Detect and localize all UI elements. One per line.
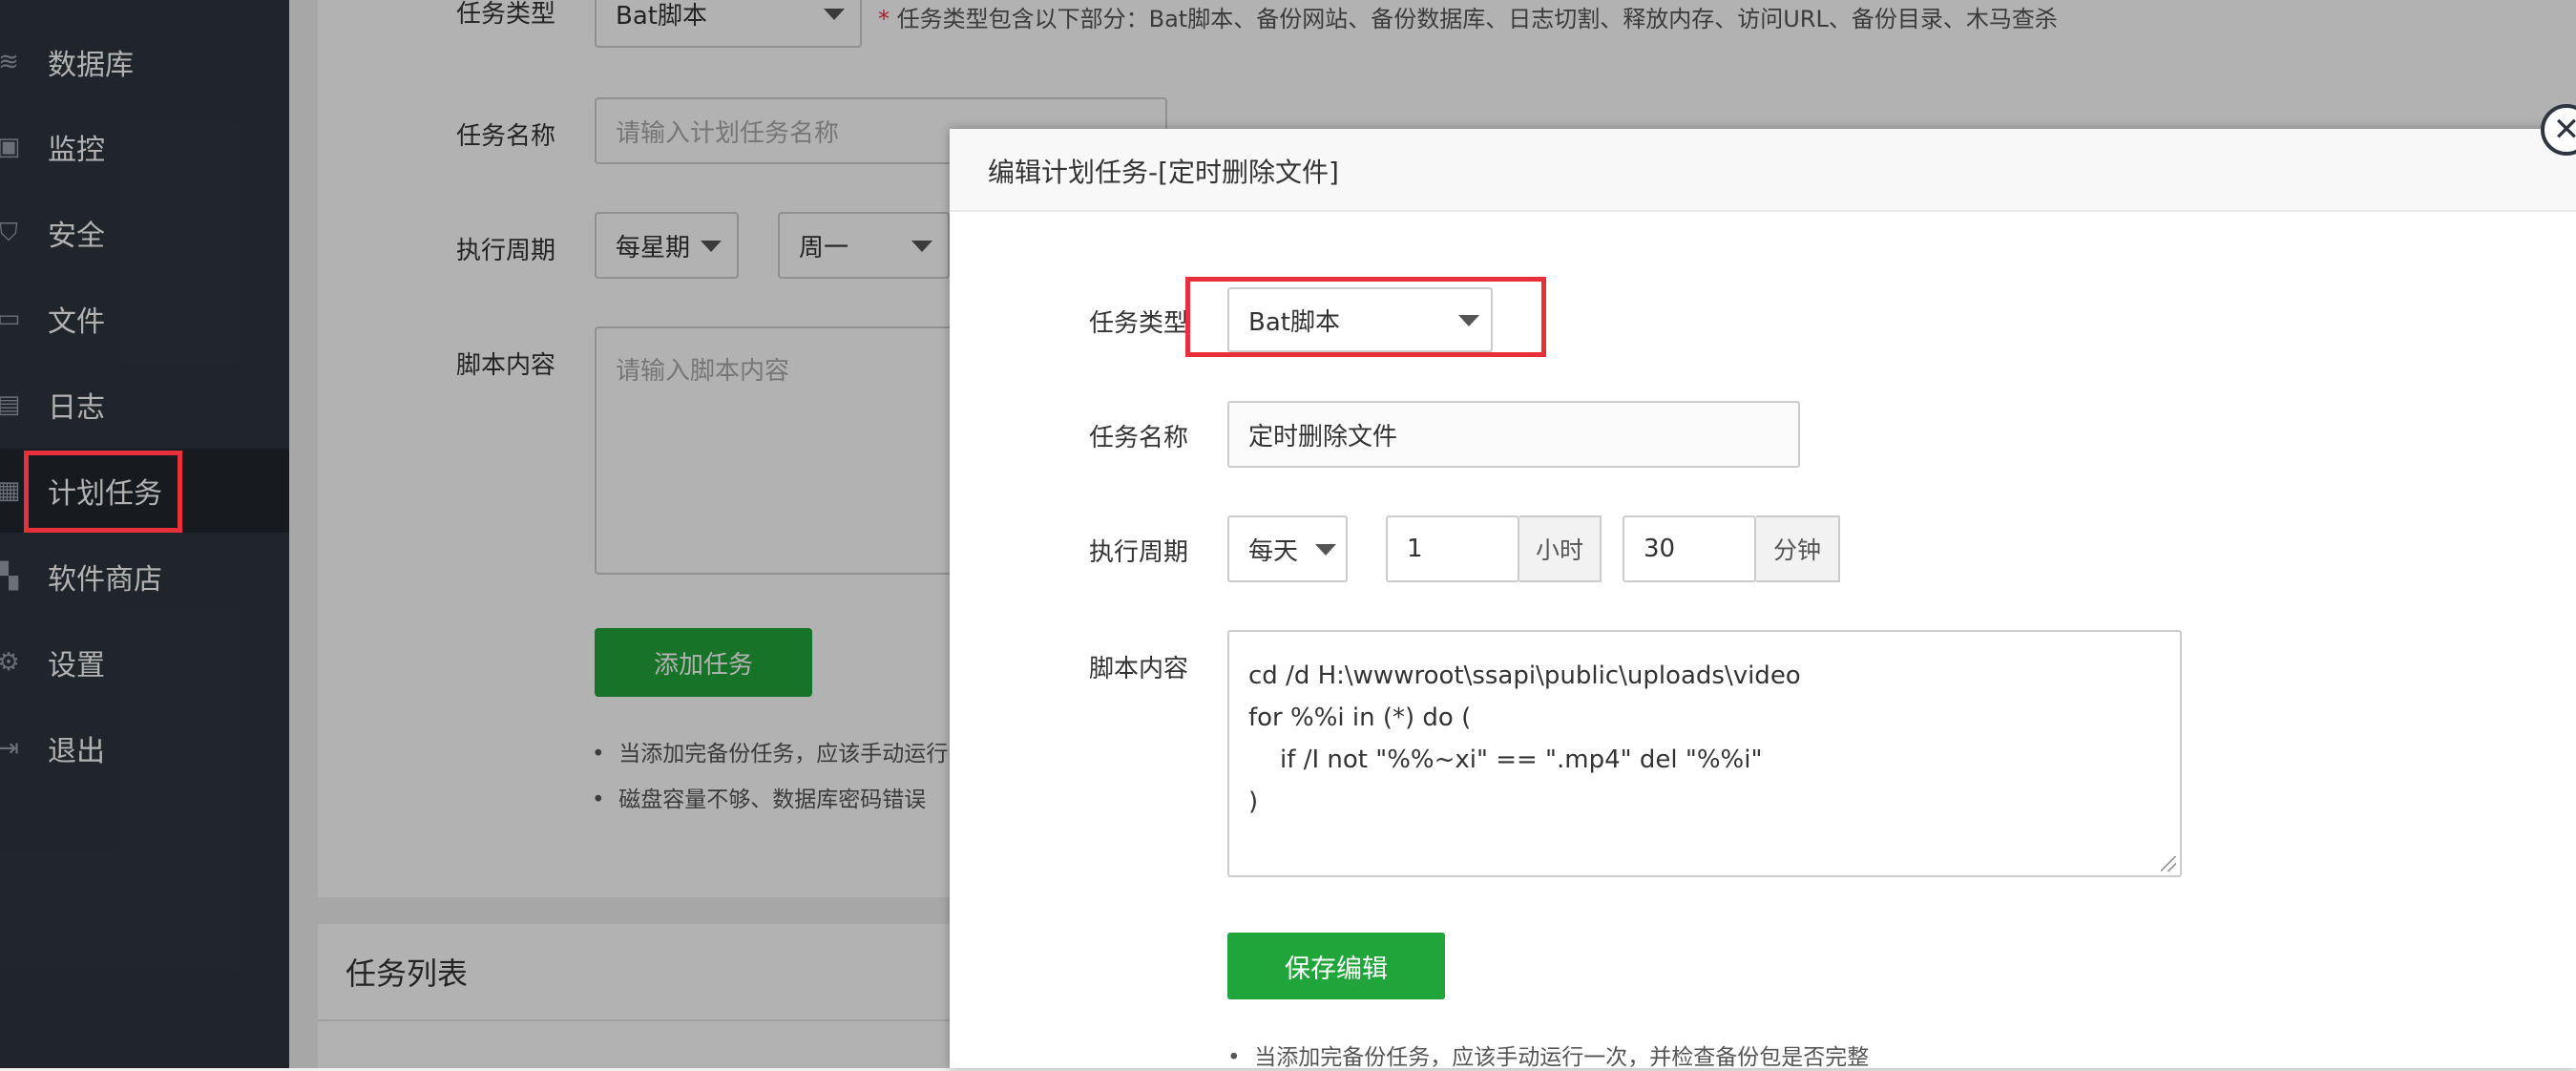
period-value: 每天: [1248, 536, 1299, 566]
modal-title: 编辑计划任务-[定时删除文件]: [988, 157, 1339, 188]
hour-unit: 小时: [1519, 515, 1602, 582]
modal-script-label: 脚本内容: [1089, 655, 1189, 683]
script-content: cd /d H:\wwwroot\ssapi\public\uploads\vi…: [1248, 662, 1801, 816]
resize-handle-icon[interactable]: [2161, 856, 2176, 872]
modal-task-name-label: 任务名称: [1089, 424, 1189, 452]
edit-task-modal: 编辑计划任务-[定时删除文件]: [950, 129, 2576, 1068]
chevron-down-icon: [1315, 544, 1336, 556]
modal-header: 编辑计划任务-[定时删除文件]: [950, 129, 2576, 212]
hour-input[interactable]: 1: [1386, 515, 1519, 582]
highlight-box: [1185, 277, 1546, 357]
modal-period-label: 执行周期: [1089, 538, 1189, 567]
minute-unit: 分钟: [1756, 515, 1840, 582]
modal-period-select[interactable]: 每天: [1227, 515, 1348, 582]
save-edit-button[interactable]: 保存编辑: [1227, 933, 1445, 999]
modal-note: • 当添加完备份任务，应该手动运行一次，并检查备份包是否完整: [1227, 1045, 1870, 1070]
modal-task-type-label: 任务类型: [1089, 309, 1189, 338]
highlight-box: [24, 451, 182, 533]
modal-task-name-input[interactable]: 定时删除文件: [1227, 401, 1800, 468]
modal-script-textarea[interactable]: cd /d H:\wwwroot\ssapi\public\uploads\vi…: [1227, 630, 2182, 877]
minute-input[interactable]: 30: [1623, 515, 1756, 582]
